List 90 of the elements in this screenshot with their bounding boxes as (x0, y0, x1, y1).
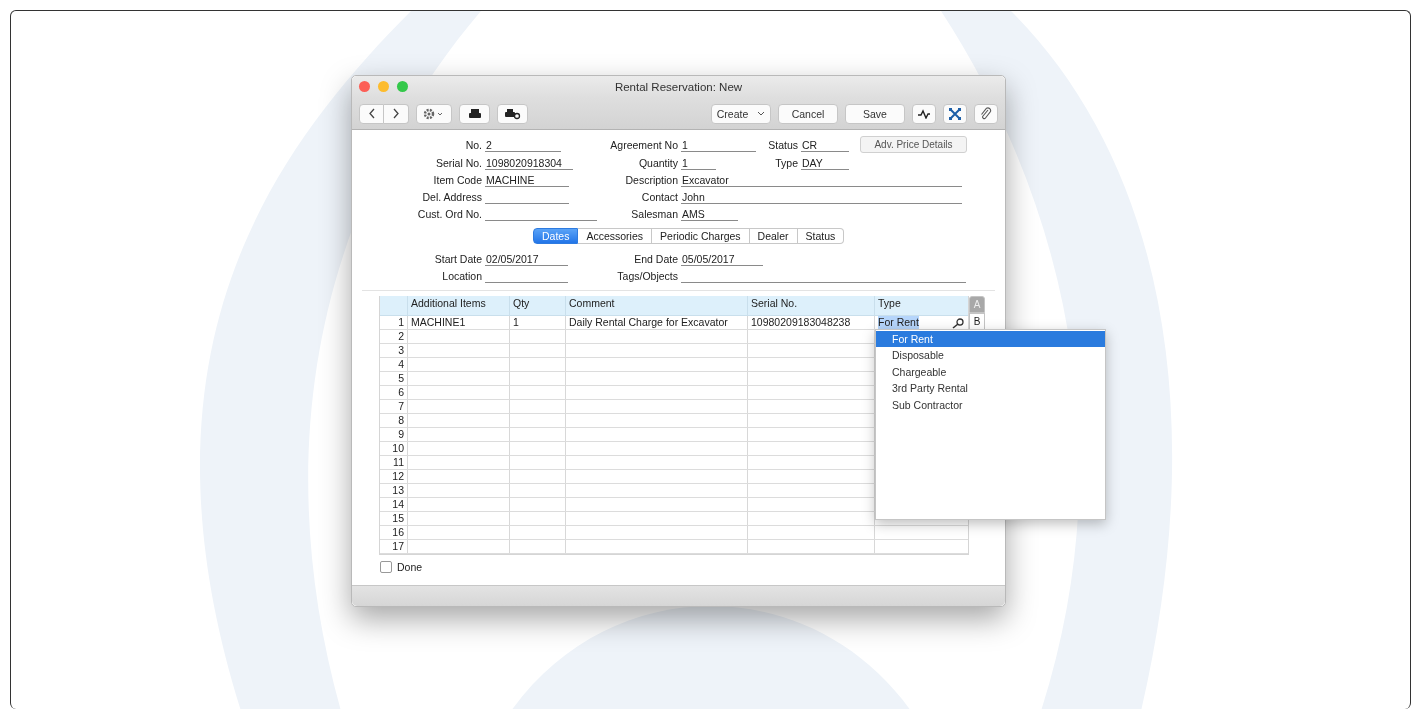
print-preview-button[interactable] (497, 103, 528, 124)
toolbar-button[interactable]: Save (845, 103, 905, 124)
table-cell: MACHINE1 (411, 316, 466, 330)
tab[interactable]: Status (797, 228, 845, 245)
tab[interactable]: Accessories (578, 228, 653, 245)
input-field[interactable]: Excavator (681, 172, 962, 187)
table-cell: 1 (513, 316, 519, 330)
row-number: 14 (380, 498, 408, 512)
row-number: 12 (380, 470, 408, 484)
attachment-button[interactable] (974, 103, 998, 124)
menu-option[interactable]: 3rd Party Rental (876, 380, 1105, 397)
caret-icon (757, 111, 766, 116)
column-header: Comment (566, 296, 748, 316)
field-label: Cust. Ord No. (417, 207, 483, 222)
row-number: 4 (380, 358, 408, 372)
row-number: 16 (380, 526, 408, 540)
input-field[interactable]: 1 (681, 138, 756, 153)
table-cell[interactable]: For Rent (878, 316, 919, 330)
field-label: No. (465, 138, 483, 153)
field-label: Start Date (434, 251, 483, 266)
input-field[interactable]: CR (801, 138, 849, 153)
row-number: 8 (380, 414, 408, 428)
row-number: 15 (380, 512, 408, 526)
forward-button[interactable] (384, 103, 409, 124)
menu-option[interactable]: Chargeable (876, 363, 1105, 381)
input-field[interactable]: 02/05/2017 (485, 251, 568, 266)
window-title: Rental Reservation: New (614, 81, 743, 93)
input-field[interactable]: 2 (485, 138, 561, 153)
create-dropdown[interactable]: Create (711, 103, 771, 124)
field-label: Agreement No (610, 138, 679, 153)
field-label: Quantity (638, 155, 679, 170)
chevron-left-icon (367, 108, 376, 119)
row-number: 17 (380, 540, 408, 554)
row-number: 9 (380, 428, 408, 442)
field-label: Tags/Objects (617, 269, 679, 284)
row-number: 6 (380, 386, 408, 400)
row-number: 7 (380, 400, 408, 414)
expand-button[interactable] (943, 103, 967, 124)
menu-option[interactable]: Sub Contractor (876, 396, 1105, 414)
checkbox-label: Done (397, 561, 423, 574)
field-label: Location (442, 269, 483, 284)
field-label: Type (775, 155, 799, 170)
field-label: Description (625, 172, 679, 187)
tab[interactable]: Dealer (749, 228, 798, 245)
toolbar-button[interactable]: Cancel (778, 103, 838, 124)
row-number: 10 (380, 442, 408, 456)
column-header: Qty (510, 296, 566, 316)
pulse-icon (918, 108, 930, 119)
table-cell: 10980209183048238 (751, 316, 851, 330)
row-number: 3 (380, 344, 408, 358)
back-button[interactable] (359, 103, 384, 124)
chevron-right-icon (392, 108, 400, 119)
row-number: 2 (380, 330, 408, 344)
field-label: Status (768, 138, 799, 153)
input-field[interactable]: 1098020918304 (485, 155, 573, 170)
input-field[interactable]: AMS (681, 207, 738, 222)
field-label: Salesman (631, 207, 679, 222)
printer-icon (467, 107, 482, 120)
table-cell: Daily Rental Charge for Excavator (569, 316, 728, 330)
gear-icon (423, 107, 445, 120)
print-button[interactable] (459, 103, 490, 124)
field-label: Item Code (433, 172, 483, 187)
input-field[interactable]: MACHINE (485, 172, 569, 187)
expand-icon (949, 107, 961, 120)
row-number: 5 (380, 372, 408, 386)
column-header: Additional Items (408, 296, 510, 316)
adv-price-details-button[interactable]: Adv. Price Details (860, 136, 967, 153)
field-label: Del. Address (422, 190, 483, 205)
input-field[interactable]: DAY (801, 155, 849, 170)
row-number: 1 (380, 316, 408, 330)
row-number: 11 (380, 456, 408, 470)
tab[interactable]: Periodic Charges (652, 228, 750, 245)
lookup-icon[interactable] (952, 318, 964, 330)
menu-option[interactable]: Disposable (876, 347, 1105, 364)
menu-option[interactable]: For Rent (876, 331, 1105, 348)
close-icon[interactable] (359, 81, 370, 92)
input-field[interactable]: 05/05/2017 (681, 251, 763, 266)
field-label: End Date (634, 251, 679, 266)
field-label: Contact (641, 190, 679, 205)
input-field[interactable]: John (681, 190, 962, 205)
row-number: 13 (380, 484, 408, 498)
column-header: Type (877, 296, 902, 312)
print-preview-icon (503, 107, 522, 120)
paperclip-icon (980, 107, 992, 120)
checkbox[interactable] (380, 561, 392, 574)
settings-button[interactable] (416, 103, 452, 124)
column-header: Serial No. (748, 296, 875, 316)
field-label: Serial No. (435, 155, 483, 170)
input-field[interactable]: 1 (681, 155, 716, 170)
pulse-button[interactable] (912, 103, 936, 124)
